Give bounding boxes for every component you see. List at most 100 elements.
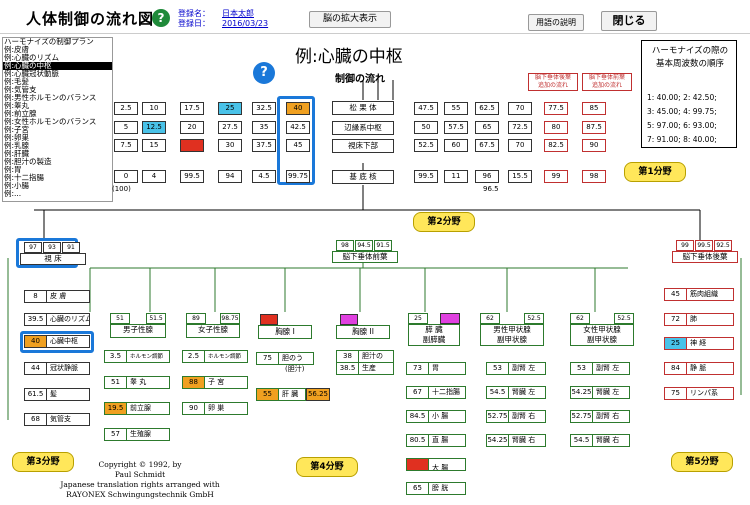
grid-cell: 0 bbox=[114, 170, 138, 183]
grid-cell: 60 bbox=[444, 139, 468, 152]
pituitary-back-value: 99.5 bbox=[695, 240, 713, 251]
organ-name: 副腎 右 bbox=[512, 412, 536, 420]
pancreas-item-row: 73 胃 bbox=[406, 362, 466, 375]
organ-name: 静 脈 bbox=[690, 364, 707, 372]
pancreas-item-row: 84.5 小 腸 bbox=[406, 410, 466, 423]
organ-name: 胆汁の bbox=[362, 352, 383, 360]
thalamus-value: 97 bbox=[24, 242, 42, 253]
female-item-row: 90 卵 巣 bbox=[182, 402, 248, 415]
organ-name: 冠状静脈 bbox=[50, 364, 78, 372]
organ-value: 53 bbox=[571, 363, 593, 374]
right-organ-row: 45 筋肉組織 bbox=[664, 288, 734, 301]
grid-cell: 62.5 bbox=[475, 102, 499, 115]
breast2-item-row: 38.5 生産 bbox=[336, 362, 394, 375]
grid-cell: 32.5 bbox=[252, 102, 276, 115]
pituitary-front-value: 98 bbox=[336, 240, 354, 251]
grid-cell: 20 bbox=[180, 121, 204, 134]
female-item-row: 88 子 宮 bbox=[182, 376, 248, 389]
breast1-value bbox=[260, 314, 278, 325]
label-line: 男性甲状腺 bbox=[493, 325, 531, 334]
female-item-row: 2.5 ホルモン調節 bbox=[182, 350, 248, 363]
grid-cell bbox=[180, 139, 204, 152]
organ-value: 80.5 bbox=[407, 435, 429, 446]
grid-cell: 70 bbox=[508, 139, 532, 152]
female-gonad-value: 89 bbox=[186, 313, 206, 324]
pancreas-item-row: 大 腸 bbox=[406, 458, 466, 471]
organ-value: 54.5 bbox=[571, 435, 593, 446]
label-line: 男子性腺 bbox=[123, 325, 153, 334]
grid-cell: 30 bbox=[218, 139, 242, 152]
organ-value: 54.25 bbox=[571, 387, 593, 398]
grid-cell: 99.5 bbox=[414, 170, 438, 183]
organ-name: 腎臓 右 bbox=[596, 436, 620, 444]
grid-cell: 99.75 bbox=[286, 170, 310, 183]
breast1-label: 胸腺 I bbox=[258, 325, 312, 339]
organ-name: リンパ系 bbox=[690, 389, 718, 397]
organ-value bbox=[407, 459, 429, 470]
organ-value: 75 bbox=[257, 353, 279, 364]
organ-name: 腎臓 左 bbox=[596, 388, 620, 396]
organ-name: 前立腺 bbox=[130, 404, 151, 412]
organ-name: 胆のう bbox=[282, 354, 303, 362]
organ-name: 神 経 bbox=[690, 339, 707, 347]
pancreas-item-row: 65 膀 胱 bbox=[406, 482, 466, 495]
organ-value: 55 bbox=[257, 389, 279, 400]
male-thyroid-label: 男性甲状腺 副甲状腺 bbox=[480, 324, 544, 346]
grid-cell: 10 bbox=[142, 102, 166, 115]
grid-cell: 96 bbox=[475, 170, 499, 183]
female-thyroid-item-row: 54.5 腎臓 右 bbox=[570, 434, 630, 447]
grid-cell: 65 bbox=[475, 121, 499, 134]
label-line: 副膵臓 bbox=[422, 335, 446, 344]
grid-cell: 5 bbox=[114, 121, 138, 134]
tag-line: 追加の流れ bbox=[591, 82, 622, 89]
organ-value: 52.75 bbox=[487, 411, 509, 422]
organ-value: 25 bbox=[665, 338, 687, 349]
grid-cell: 67.5 bbox=[475, 139, 499, 152]
grid-cell: 57.5 bbox=[444, 121, 468, 134]
grid-cell: 98 bbox=[582, 170, 606, 183]
label-line: 副甲状腺 bbox=[587, 335, 617, 344]
liver-value-2: 56.25 bbox=[306, 388, 330, 401]
organ-value: 68 bbox=[25, 414, 47, 425]
grid-cell: 80 bbox=[544, 121, 568, 134]
grid-cell: 15 bbox=[142, 139, 166, 152]
label-line: 膵 臓 bbox=[425, 325, 443, 334]
organ-value: 84.5 bbox=[407, 411, 429, 422]
pituitary-front-value: 94.5 bbox=[355, 240, 373, 251]
grid-cell: 25 bbox=[218, 102, 242, 115]
grid-cell: 35 bbox=[252, 121, 276, 134]
breast2-value bbox=[340, 314, 358, 325]
thalamus-value: 93 bbox=[43, 242, 61, 253]
grid-cell: 55 bbox=[444, 102, 468, 115]
male-item-row: 19.5 前立腺 bbox=[104, 402, 170, 415]
organ-name: 皮 膚 bbox=[50, 292, 67, 300]
male-thyroid-value: 62 bbox=[480, 313, 500, 324]
copyright-line: Copyright © 1992, by bbox=[98, 460, 182, 469]
female-thyroid-item-row: 53 副腎 左 bbox=[570, 362, 630, 375]
grid-cell: 7.5 bbox=[114, 139, 138, 152]
grid-cell: 94 bbox=[218, 170, 242, 183]
pancreas-item-row: 67 十二指腸 bbox=[406, 386, 466, 399]
organ-name: 副腎 左 bbox=[512, 364, 536, 372]
organ-name: 十二指腸 bbox=[432, 388, 460, 396]
left-organ-row: 68 気管支 bbox=[24, 413, 90, 426]
grid-cell: 4.5 bbox=[252, 170, 276, 183]
female-thyroid-value: 52.5 bbox=[614, 313, 634, 324]
organ-value: 73 bbox=[407, 363, 429, 374]
organ-name: 副腎 左 bbox=[596, 364, 620, 372]
tag-line: 脳下垂体前葉 bbox=[588, 74, 625, 81]
brain-center-box: 基 底 核 bbox=[332, 170, 394, 184]
organ-name: 大 腸 bbox=[432, 464, 449, 471]
pancreas-value: 25 bbox=[408, 313, 428, 324]
heart-center-highlight bbox=[20, 331, 94, 353]
male-gonad-value: 51 bbox=[110, 313, 130, 324]
organ-name: 心臓のリズム bbox=[50, 315, 90, 323]
field-4-label: 第4分野 bbox=[296, 457, 358, 477]
organ-name: 肝 臓 bbox=[282, 390, 299, 398]
field-5-label: 第5分野 bbox=[671, 452, 733, 472]
female-thyroid-item-row: 52.75 副腎 右 bbox=[570, 410, 630, 423]
left-organ-row: 8皮 膚 bbox=[24, 290, 90, 303]
grid-cell: 99 bbox=[544, 170, 568, 183]
female-gonad-label: 女子性腺 bbox=[186, 324, 240, 338]
organ-name: 睾 丸 bbox=[130, 378, 147, 386]
